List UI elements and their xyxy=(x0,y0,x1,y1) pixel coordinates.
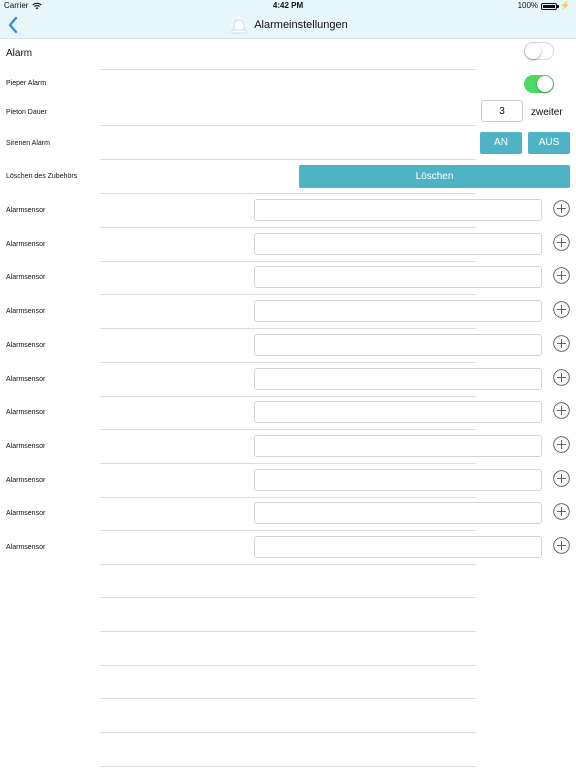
sensor-label: Alarmsensor xyxy=(6,241,46,248)
sensor-input[interactable] xyxy=(254,266,542,288)
sensor-label: Alarmsensor xyxy=(6,443,46,450)
pieper-alarm-toggle[interactable] xyxy=(524,75,554,93)
add-circle-icon[interactable] xyxy=(553,369,570,386)
alarm-label: Alarm xyxy=(6,48,33,59)
siren-alarm-row: Sirenen Alarm AN AUS xyxy=(0,126,576,160)
sensor-input[interactable] xyxy=(254,368,542,390)
divider xyxy=(100,698,476,699)
siren-alarm-label: Sirenen Alarm xyxy=(6,140,50,147)
sensor-label: Alarmsensor xyxy=(6,308,46,315)
sensor-input[interactable] xyxy=(254,502,542,524)
sensor-row: Alarmsensor xyxy=(0,329,576,363)
navigation-bar: Alarmeinstellungen xyxy=(0,12,576,39)
siren-on-button[interactable]: AN xyxy=(480,132,522,154)
add-circle-icon[interactable] xyxy=(553,234,570,251)
divider xyxy=(100,665,476,666)
sensor-label: Alarmsensor xyxy=(6,376,46,383)
sensor-row: Alarmsensor xyxy=(0,430,576,464)
battery-icon xyxy=(541,2,560,10)
sensor-row: Alarmsensor xyxy=(0,194,576,228)
siren-off-button[interactable]: AUS xyxy=(528,132,570,154)
sensor-row: Alarmsensor xyxy=(0,497,576,531)
sensor-label: Alarmsensor xyxy=(6,477,46,484)
sensor-input[interactable] xyxy=(254,199,542,221)
toggle-knob xyxy=(525,43,541,59)
sensor-label: Alarmsensor xyxy=(6,510,46,517)
sensor-input[interactable] xyxy=(254,536,542,558)
sensor-row: Alarmsensor xyxy=(0,396,576,430)
sensor-input[interactable] xyxy=(254,334,542,356)
add-circle-icon[interactable] xyxy=(553,503,570,520)
sensor-input[interactable] xyxy=(254,233,542,255)
divider xyxy=(100,631,476,632)
add-circle-icon[interactable] xyxy=(553,200,570,217)
sensor-label: Alarmsensor xyxy=(6,409,46,416)
divider xyxy=(100,564,476,565)
pieton-duration-input[interactable]: 3 xyxy=(481,100,523,122)
sensor-label: Alarmsensor xyxy=(6,342,46,349)
alarm-row: Alarm xyxy=(0,38,576,70)
nav-title-group: Alarmeinstellungen xyxy=(0,12,576,38)
sensor-row: Alarmsensor xyxy=(0,228,576,262)
sensor-input[interactable] xyxy=(254,469,542,491)
sensor-row: Alarmsensor xyxy=(0,261,576,295)
add-circle-icon[interactable] xyxy=(553,537,570,554)
divider xyxy=(100,766,476,767)
add-circle-icon[interactable] xyxy=(553,335,570,352)
alarm-toggle[interactable] xyxy=(524,42,554,60)
pieper-alarm-row: Pieper Alarm xyxy=(0,70,576,98)
sensor-input[interactable] xyxy=(254,435,542,457)
sensor-input[interactable] xyxy=(254,300,542,322)
status-time: 4:42 PM xyxy=(272,1,304,10)
sensor-label: Alarmsensor xyxy=(6,544,46,551)
sensor-row: Alarmsensor xyxy=(0,531,576,565)
sensor-row: Alarmsensor xyxy=(0,363,576,397)
pieton-duration-row: Pieton Dauer 3 zweiter xyxy=(0,98,576,126)
delete-button[interactable]: Löschen xyxy=(299,165,570,188)
status-bar: Carrier 4:42 PM 100% ⚡ xyxy=(0,0,576,12)
siren-icon xyxy=(229,16,249,34)
toggle-knob xyxy=(537,76,553,92)
delete-accessories-label: Löschen des Zubehörs xyxy=(6,173,78,180)
pieper-alarm-label: Pieper Alarm xyxy=(6,80,47,87)
divider xyxy=(100,597,476,598)
divider xyxy=(100,732,476,733)
sensor-label: Alarmsensor xyxy=(6,207,46,214)
battery-percent: 100% xyxy=(517,1,539,10)
pieton-duration-label: Pieton Dauer xyxy=(6,109,47,116)
charging-icon: ⚡ xyxy=(560,1,570,10)
page-title: Alarmeinstellungen xyxy=(254,19,348,31)
add-circle-icon[interactable] xyxy=(553,402,570,419)
sensor-label: Alarmsensor xyxy=(6,274,46,281)
pieton-duration-unit: zweiter xyxy=(531,107,563,118)
sensor-row: Alarmsensor xyxy=(0,295,576,329)
sensor-row: Alarmsensor xyxy=(0,464,576,498)
delete-accessories-row: Löschen des Zubehörs Löschen xyxy=(0,160,576,194)
add-circle-icon[interactable] xyxy=(553,267,570,284)
status-right: 100% ⚡ xyxy=(518,0,570,12)
add-circle-icon[interactable] xyxy=(553,301,570,318)
sensor-input[interactable] xyxy=(254,401,542,423)
add-circle-icon[interactable] xyxy=(553,470,570,487)
add-circle-icon[interactable] xyxy=(553,436,570,453)
